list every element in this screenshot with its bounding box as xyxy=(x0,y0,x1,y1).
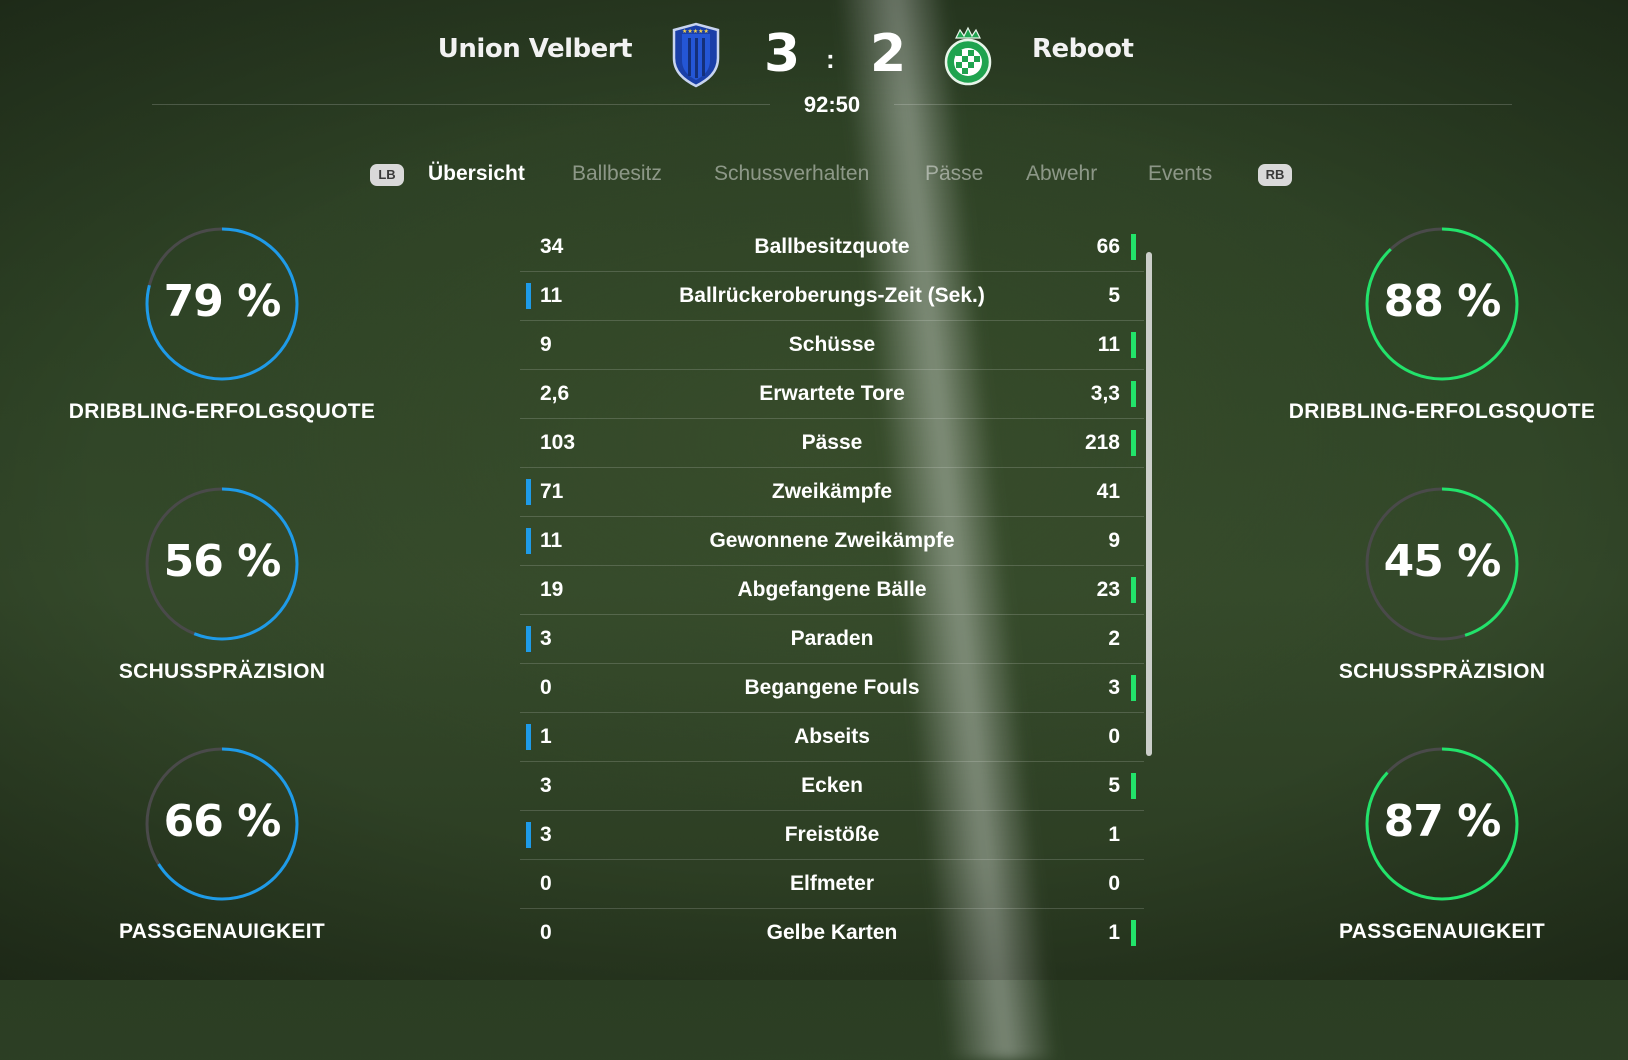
stats-table[interactable]: 34 Ballbesitzquote 66 11 Ballrückeroberungs-… xyxy=(520,223,1144,957)
away-leader-marker xyxy=(1131,577,1136,603)
home-shot-accuracy-value: 56 % xyxy=(163,536,282,587)
away-ring-pass-accuracy: 87 % PASSGENAUIGKEIT xyxy=(1252,746,1628,944)
stat-away-value: 66 xyxy=(1096,235,1120,258)
home-ring-pass-accuracy: 66 % PASSGENAUIGKEIT xyxy=(32,746,412,944)
stat-name: Gelbe Karten xyxy=(766,921,898,944)
away-dribbling-label: DRIBBLING-ERFOLGSQUOTE xyxy=(1288,400,1596,423)
rb-bumper-icon[interactable]: RB xyxy=(1258,164,1292,186)
away-leader-marker xyxy=(1131,773,1136,799)
away-score: 2 xyxy=(870,24,907,84)
away-shot-accuracy-value: 45 % xyxy=(1383,536,1502,587)
home-score: 3 xyxy=(764,24,801,84)
away-leader-marker xyxy=(1131,920,1136,946)
stat-name: Ecken xyxy=(801,774,863,797)
stat-away-value: 41 xyxy=(1096,480,1120,503)
stat-name: Freistöße xyxy=(784,823,880,846)
stat-name: Abgefangene Bälle xyxy=(737,578,927,601)
stat-name: Begangene Fouls xyxy=(744,676,920,699)
home-crest-icon: ★★★★★ xyxy=(672,22,720,88)
stat-row: 0 Gelbe Karten 1 xyxy=(520,909,1144,957)
stat-row: 71 Zweikämpfe 41 xyxy=(520,468,1144,517)
home-ring-shot-accuracy: 56 % SCHUSSPRÄZISION xyxy=(32,486,412,684)
away-pass-accuracy-value: 87 % xyxy=(1383,796,1502,847)
stat-row: 3 Freistöße 1 xyxy=(520,811,1144,860)
lb-bumper-icon[interactable]: LB xyxy=(370,164,404,186)
away-pass-accuracy-label: PASSGENAUIGKEIT xyxy=(1339,920,1545,943)
stat-name: Ballrückeroberungs-Zeit (Sek.) xyxy=(679,284,985,307)
stat-away-value: 3,3 xyxy=(1090,382,1120,405)
stat-row: 11 Gewonnene Zweikämpfe 9 xyxy=(520,517,1144,566)
stat-row: 3 Ecken 5 xyxy=(520,762,1144,811)
stat-away-value: 2 xyxy=(1108,627,1120,650)
header-divider-left xyxy=(152,104,770,105)
stat-away-value: 5 xyxy=(1108,284,1120,307)
home-shot-accuracy-label: SCHUSSPRÄZISION xyxy=(118,660,326,683)
score-separator: : xyxy=(826,44,835,74)
home-dribbling-label: DRIBBLING-ERFOLGSQUOTE xyxy=(68,400,376,423)
stat-away-value: 3 xyxy=(1108,676,1120,699)
stat-name: Erwartete Tore xyxy=(759,382,905,405)
away-leader-marker xyxy=(1131,430,1136,456)
stat-away-value: 9 xyxy=(1108,529,1120,552)
stat-row: 34 Ballbesitzquote 66 xyxy=(520,223,1144,272)
scoreboard-header: Union Velbert ★★★★★ 3 : 2 Reboot 92:50 xyxy=(0,0,1628,120)
stat-row: 1 Abseits 0 xyxy=(520,713,1144,762)
stat-away-value: 11 xyxy=(1097,333,1120,356)
stats-tab-bar: LB Übersicht Ballbesitz Schussverhalten … xyxy=(0,158,1628,194)
stat-row: 3 Paraden 2 xyxy=(520,615,1144,664)
stat-row: 9 Schüsse 11 xyxy=(520,321,1144,370)
stats-scrollbar[interactable] xyxy=(1146,252,1152,756)
tab-paesse[interactable]: Pässe xyxy=(925,162,983,186)
stat-row: 2,6 Erwartete Tore 3,3 xyxy=(520,370,1144,419)
stat-row: 11 Ballrückeroberungs-Zeit (Sek.) 5 xyxy=(520,272,1144,321)
header-divider-right xyxy=(894,104,1512,105)
away-leader-marker xyxy=(1131,381,1136,407)
home-ring-dribbling: 79 % DRIBBLING-ERFOLGSQUOTE xyxy=(32,226,412,424)
away-leader-marker xyxy=(1131,675,1136,701)
away-shot-accuracy-label: SCHUSSPRÄZISION xyxy=(1338,660,1546,683)
away-leader-marker xyxy=(1131,332,1136,358)
stat-away-value: 5 xyxy=(1108,774,1120,797)
away-ring-dribbling: 88 % DRIBBLING-ERFOLGSQUOTE xyxy=(1252,226,1628,424)
away-dribbling-value: 88 % xyxy=(1383,276,1502,327)
tab-ballbesitz[interactable]: Ballbesitz xyxy=(572,162,662,186)
home-pass-accuracy-value: 66 % xyxy=(163,796,282,847)
stat-away-value: 1 xyxy=(1108,921,1120,944)
home-dribbling-value: 79 % xyxy=(163,276,282,327)
stat-row: 0 Begangene Fouls 3 xyxy=(520,664,1144,713)
stat-row: 103 Pässe 218 xyxy=(520,419,1144,468)
tab-schussverhalten[interactable]: Schussverhalten xyxy=(714,162,869,186)
tab-abwehr[interactable]: Abwehr xyxy=(1026,162,1097,186)
stat-away-value: 1 xyxy=(1108,823,1120,846)
stat-name: Zweikämpfe xyxy=(771,480,893,503)
stat-away-value: 218 xyxy=(1084,431,1120,454)
stat-away-value: 0 xyxy=(1108,872,1120,895)
stat-away-value: 0 xyxy=(1108,725,1120,748)
away-leader-marker xyxy=(1131,234,1136,260)
tab-uebersicht[interactable]: Übersicht xyxy=(428,162,525,186)
stat-name: Schüsse xyxy=(788,333,876,356)
stat-name: Pässe xyxy=(801,431,863,454)
match-clock: 92:50 xyxy=(803,92,861,117)
stat-name: Elfmeter xyxy=(789,872,875,895)
stat-away-value: 23 xyxy=(1096,578,1120,601)
stat-row: 19 Abgefangene Bälle 23 xyxy=(520,566,1144,615)
tab-events[interactable]: Events xyxy=(1148,162,1212,186)
stat-row: 0 Elfmeter 0 xyxy=(520,860,1144,909)
stat-name: Gewonnene Zweikämpfe xyxy=(709,529,955,552)
home-team-name: Union Velbert xyxy=(437,34,633,64)
stat-name: Ballbesitzquote xyxy=(754,235,910,258)
svg-text:★★★★★: ★★★★★ xyxy=(682,28,709,35)
away-team-name: Reboot xyxy=(1032,34,1134,64)
away-ring-shot-accuracy: 45 % SCHUSSPRÄZISION xyxy=(1252,486,1628,684)
home-pass-accuracy-label: PASSGENAUIGKEIT xyxy=(119,920,325,943)
away-crest-icon xyxy=(944,26,992,86)
stat-name: Paraden xyxy=(790,627,874,650)
stat-name: Abseits xyxy=(794,725,870,748)
